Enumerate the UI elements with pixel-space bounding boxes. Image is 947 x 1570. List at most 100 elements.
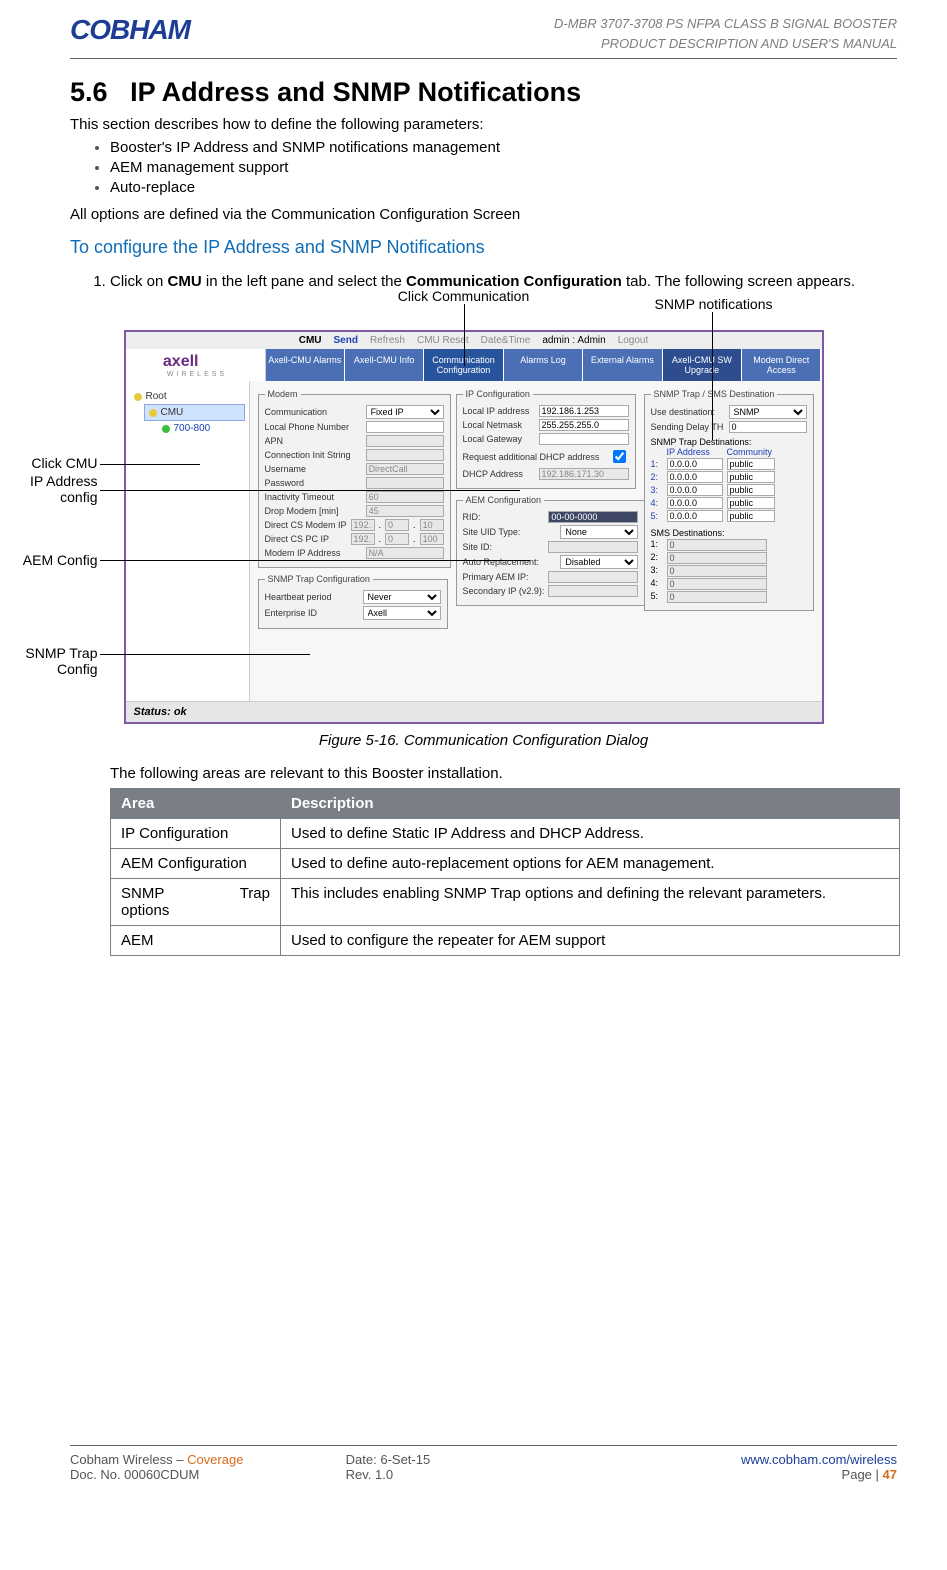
heartbeat-select[interactable]: Never [363, 590, 441, 604]
modem-legend: Modem [265, 389, 301, 399]
enterprise-select[interactable]: Axell [363, 606, 441, 620]
snmp-ip-3[interactable] [667, 484, 723, 496]
topbar-cmu-reset[interactable]: CMU Reset [417, 335, 469, 346]
dcsp-b[interactable] [385, 533, 409, 545]
sms-3[interactable] [667, 565, 767, 577]
modemip-input[interactable] [366, 547, 444, 559]
tab-modem-direct[interactable]: Modem Direct Access [742, 349, 821, 381]
rid-input[interactable] [548, 511, 638, 523]
section-title-text: IP Address and SNMP Notifications [130, 77, 581, 107]
snmp-dest-fieldset: SNMP Trap / SMS Destination Use destinat… [644, 389, 814, 611]
th-area: Area [111, 789, 281, 819]
snmp-ip-4[interactable] [667, 497, 723, 509]
topbar-cmu: CMU [299, 335, 322, 346]
cell-desc-2: Used to define auto-replacement options … [281, 849, 900, 879]
apn-input[interactable] [366, 435, 444, 447]
callout-aem-config: AEM Config [16, 552, 98, 568]
gateway-input[interactable] [539, 433, 629, 445]
dcsp-c[interactable] [420, 533, 444, 545]
sms-1[interactable] [667, 539, 767, 551]
tree-root[interactable]: Root [130, 389, 245, 404]
tree-cmu[interactable]: CMU [144, 404, 245, 421]
cell-area-3: SNMPTrap options [111, 879, 281, 926]
topbar-refresh[interactable]: Refresh [370, 335, 405, 346]
header-titles: D-MBR 3707-3708 PS NFPA CLASS B SIGNAL B… [554, 14, 897, 53]
dcsm-c[interactable] [420, 519, 444, 531]
primary-aem-input[interactable] [548, 571, 638, 583]
snmp-ip-2[interactable] [667, 471, 723, 483]
content-area: Modem Communication Fixed IP Local Phone… [250, 381, 822, 701]
footer-company: Cobham Wireless [70, 1452, 173, 1467]
header-title-line2: PRODUCT DESCRIPTION AND USER'S MANUAL [554, 34, 897, 54]
snmp-ip-1[interactable] [667, 458, 723, 470]
dcsm-a[interactable] [351, 519, 375, 531]
cell-desc-3: This includes enabling SNMP Trap options… [281, 879, 900, 926]
after-bullets: All options are defined via the Communic… [70, 206, 897, 223]
aem-config-fieldset: AEM Configuration RID: Site UID Type: No… [456, 495, 646, 606]
callout-line [464, 304, 465, 366]
dropmodem-input[interactable] [366, 505, 444, 517]
siteuid-select[interactable]: None [560, 525, 638, 539]
folder-icon [149, 409, 157, 417]
dhcp-addr-input[interactable] [539, 468, 629, 480]
tab-alarms-log[interactable]: Alarms Log [504, 349, 583, 381]
communication-select[interactable]: Fixed IP [366, 405, 444, 419]
snmp-dest-row: 1: [651, 458, 807, 470]
snmp-com-3[interactable] [727, 484, 775, 496]
dcsm-b[interactable] [385, 519, 409, 531]
status-icon [162, 425, 170, 433]
footer-coverage: Coverage [187, 1452, 243, 1467]
brand-cell: axell WIRELESS [126, 349, 266, 381]
snmp-com-1[interactable] [727, 458, 775, 470]
cobham-logo: COBHAM [70, 14, 190, 46]
tab-sw-upgrade[interactable]: Axell-CMU SW Upgrade [663, 349, 742, 381]
section-title: 5.6 IP Address and SNMP Notifications [70, 77, 897, 108]
siteid-input[interactable] [548, 541, 638, 553]
subheading: To configure the IP Address and SNMP Not… [70, 237, 897, 258]
intro-text: This section describes how to define the… [70, 116, 897, 133]
topbar-datetime[interactable]: Date&Time [481, 335, 531, 346]
topbar-logout[interactable]: Logout [618, 335, 649, 346]
secondary-ip-input[interactable] [548, 585, 638, 597]
dhcp-checkbox[interactable] [613, 450, 626, 463]
cell-desc-1: Used to define Static IP Address and DHC… [281, 819, 900, 849]
dcsp-a[interactable] [351, 533, 375, 545]
callout-line [100, 654, 310, 655]
password-input[interactable] [366, 477, 444, 489]
usedest-select[interactable]: SNMP [729, 405, 807, 419]
tab-info[interactable]: Axell-CMU Info [345, 349, 424, 381]
cell-area-1: IP Configuration [111, 819, 281, 849]
topbar-send[interactable]: Send [334, 335, 358, 346]
tree-band[interactable]: 700-800 [158, 421, 245, 436]
username-input[interactable] [366, 463, 444, 475]
callout-line [100, 560, 530, 561]
cell-desc-4: Used to configure the repeater for AEM s… [281, 926, 900, 956]
table-intro: The following areas are relevant to this… [110, 765, 897, 782]
sms-5[interactable] [667, 591, 767, 603]
axell-sub: WIRELESS [167, 371, 227, 378]
sms-2[interactable] [667, 552, 767, 564]
callout-click-communication: Click Communication [384, 288, 544, 304]
snmp-com-4[interactable] [727, 497, 775, 509]
page-header: COBHAM D-MBR 3707-3708 PS NFPA CLASS B S… [70, 10, 897, 59]
snmp-dest-title: SNMP Trap Destinations: [651, 437, 807, 447]
cell-area-4: AEM [111, 926, 281, 956]
sidebar-tree: Root CMU 700-800 [126, 381, 250, 701]
status-bar: Status: ok [126, 701, 822, 722]
callout-snmp-trap-config: SNMP Trap Config [16, 645, 98, 677]
phone-input[interactable] [366, 421, 444, 433]
footer-url[interactable]: www.cobham.com/wireless [741, 1452, 897, 1467]
local-ip-input[interactable] [539, 405, 629, 417]
snmp-com-2[interactable] [727, 471, 775, 483]
figure-caption: Figure 5-16. Communication Configuration… [70, 732, 897, 749]
autorep-select[interactable]: Disabled [560, 555, 638, 569]
connstr-input[interactable] [366, 449, 444, 461]
tab-alarms[interactable]: Axell-CMU Alarms [266, 349, 345, 381]
inactivity-input[interactable] [366, 491, 444, 503]
netmask-input[interactable] [539, 419, 629, 431]
sms-4[interactable] [667, 578, 767, 590]
snmp-ip-5[interactable] [667, 510, 723, 522]
delay-input[interactable] [729, 421, 807, 433]
snmp-com-5[interactable] [727, 510, 775, 522]
tab-ext-alarms[interactable]: External Alarms [583, 349, 662, 381]
